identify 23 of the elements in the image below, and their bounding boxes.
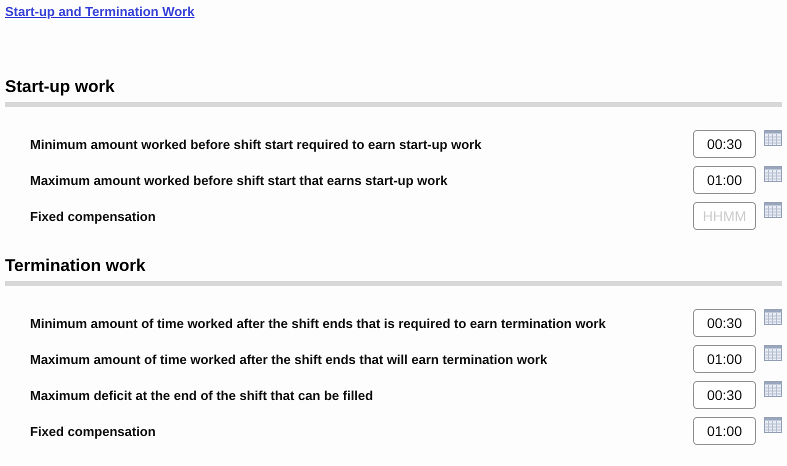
field-label: Minimum amount worked before shift start required to earn start-up work xyxy=(30,136,482,152)
time-input[interactable]: 01:00 xyxy=(693,417,756,445)
field-label: Maximum amount of time worked after the shift ends that will earn termination work xyxy=(30,352,548,366)
time-input[interactable]: 01:00 xyxy=(693,345,756,373)
field-label: Maximum amount worked before shift start that earns start-up work xyxy=(30,172,449,188)
field-label: Minimum amount of time worked after the shift ends that is required to earn termination work xyxy=(30,316,607,330)
calendar-icon[interactable] xyxy=(764,166,782,182)
time-input[interactable]: 00:30 xyxy=(693,309,756,337)
time-input[interactable]: 00:30 xyxy=(693,130,756,158)
calendar-icon[interactable] xyxy=(764,202,782,218)
section-heading: Termination work xyxy=(5,256,782,286)
calendar-icon[interactable] xyxy=(764,309,782,325)
time-input[interactable]: 00:30 xyxy=(693,381,756,409)
time-input[interactable]: 01:00 xyxy=(693,166,756,194)
field-label: Fixed compensation xyxy=(30,424,157,438)
page-title-link[interactable]: Start-up and Termination Work xyxy=(5,4,194,19)
calendar-icon[interactable] xyxy=(764,345,782,361)
field-label: Maximum deficit at the end of the shift that can be filled xyxy=(30,388,374,402)
field-label: Fixed compensation xyxy=(30,208,157,224)
calendar-icon[interactable] xyxy=(764,130,782,146)
calendar-icon[interactable] xyxy=(764,381,782,397)
section-heading: Start-up work xyxy=(5,77,782,107)
calendar-icon[interactable] xyxy=(764,417,782,433)
